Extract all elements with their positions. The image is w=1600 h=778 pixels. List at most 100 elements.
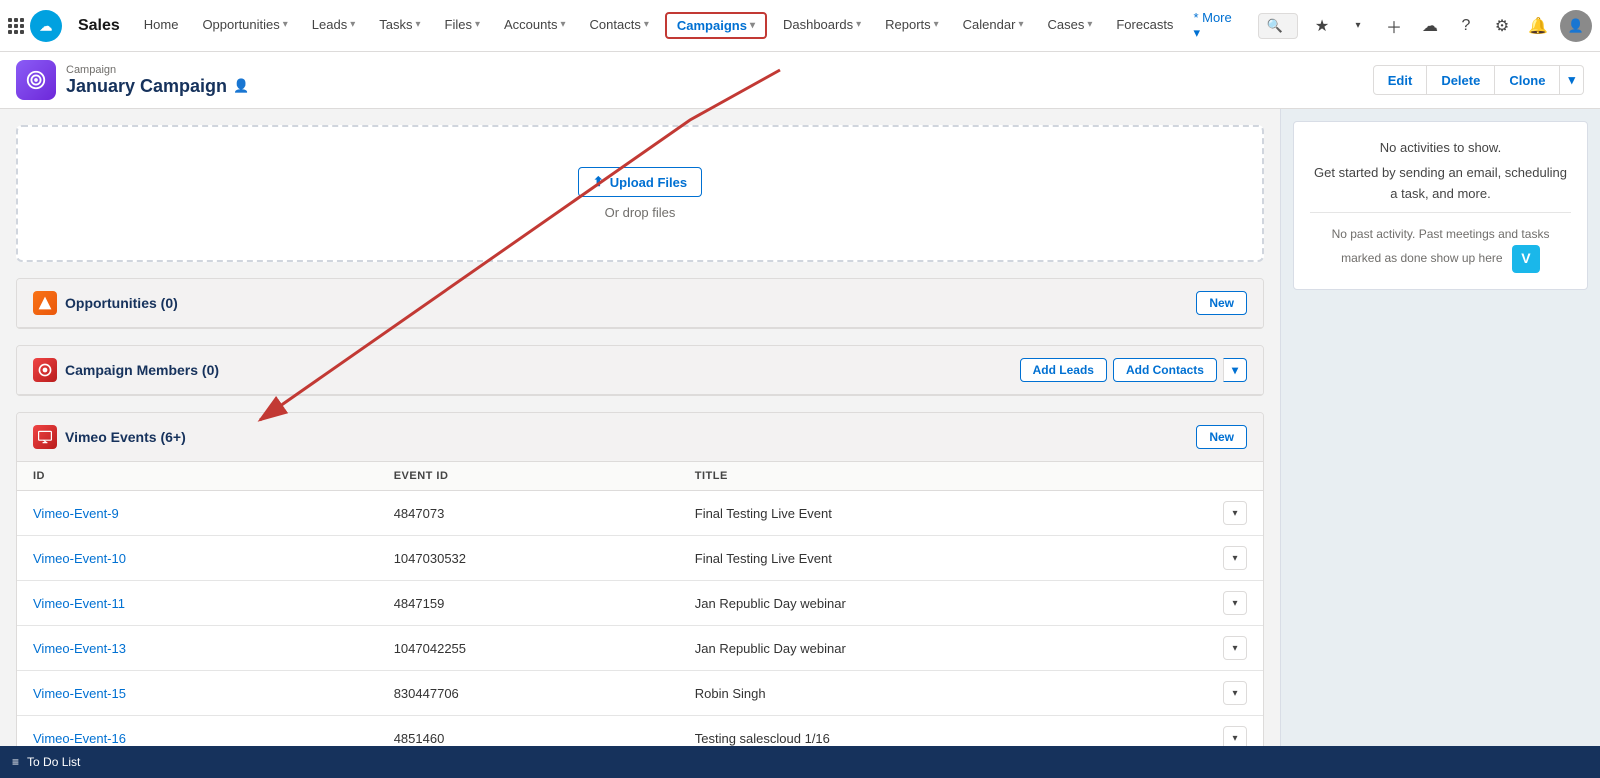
todo-icon: ≡ xyxy=(12,755,19,769)
record-icon xyxy=(16,60,56,100)
event-event-id-cell: 4847073 xyxy=(378,491,679,536)
chevron-down-icon: ▾ xyxy=(475,19,480,30)
event-id-link[interactable]: Vimeo-Event-16 xyxy=(33,731,126,746)
opportunities-icon xyxy=(33,291,57,315)
opportunities-title: Opportunities (0) xyxy=(65,295,178,311)
campaign-members-header: Campaign Members (0) Add Leads Add Conta… xyxy=(17,346,1263,395)
activity-section: No activities to show. Get started by se… xyxy=(1293,121,1588,290)
record-settings-icon[interactable]: 👤 xyxy=(233,78,249,94)
opportunities-section: Opportunities (0) New xyxy=(16,278,1264,329)
nav-item-cases[interactable]: Cases ▾ xyxy=(1035,0,1104,51)
event-id-link[interactable]: Vimeo-Event-10 xyxy=(33,551,126,566)
chevron-down-icon: ▾ xyxy=(350,19,355,30)
add-contacts-button[interactable]: Add Contacts xyxy=(1113,358,1217,382)
todo-label: To Do List xyxy=(27,755,80,769)
favorites-icon[interactable]: ★ xyxy=(1308,12,1336,40)
event-title-cell: Jan Republic Day webinar xyxy=(679,626,1207,671)
opportunities-section-header: Opportunities (0) New xyxy=(17,279,1263,328)
event-title-cell: Final Testing Live Event xyxy=(679,491,1207,536)
avatar[interactable]: 👤 xyxy=(1560,10,1592,42)
campaign-members-dropdown-button[interactable]: ▾ xyxy=(1223,358,1247,382)
bottom-bar[interactable]: ≡ To Do List xyxy=(0,746,1600,778)
nav-item-tasks[interactable]: Tasks ▾ xyxy=(367,0,432,51)
row-action-button[interactable]: ▾ xyxy=(1223,546,1247,570)
notifications-icon[interactable]: 🔔 xyxy=(1524,12,1552,40)
row-action-button[interactable]: ▾ xyxy=(1223,501,1247,525)
row-action-cell: ▾ xyxy=(1207,626,1263,671)
chevron-down-icon: ▾ xyxy=(856,19,861,30)
salesforce-logo[interactable]: ☁ xyxy=(30,10,62,42)
table-row: Vimeo-Event-15 830447706 Robin Singh ▾ xyxy=(17,671,1263,716)
row-action-cell: ▾ xyxy=(1207,671,1263,716)
nav-item-dashboards[interactable]: Dashboards ▾ xyxy=(771,0,873,51)
event-id-cell: Vimeo-Event-11 xyxy=(17,581,378,626)
chevron-down-icon: ▾ xyxy=(750,20,755,31)
row-action-cell: ▾ xyxy=(1207,491,1263,536)
vimeo-events-new-button[interactable]: New xyxy=(1196,425,1247,449)
col-header-id: ID xyxy=(17,462,378,491)
right-panel: No activities to show. Get started by se… xyxy=(1280,109,1600,771)
campaign-members-section: Campaign Members (0) Add Leads Add Conta… xyxy=(16,345,1264,396)
nav-item-forecasts[interactable]: Forecasts xyxy=(1104,0,1185,51)
edit-button[interactable]: Edit xyxy=(1373,65,1428,95)
event-id-link[interactable]: Vimeo-Event-9 xyxy=(33,506,119,521)
event-id-link[interactable]: Vimeo-Event-15 xyxy=(33,686,126,701)
page-actions: Edit Delete Clone ▾ xyxy=(1373,65,1584,95)
breadcrumb: Campaign xyxy=(66,64,249,76)
nav-item-reports[interactable]: Reports ▾ xyxy=(873,0,951,51)
delete-button[interactable]: Delete xyxy=(1427,65,1495,95)
page-title-text: January Campaign xyxy=(66,76,227,97)
event-id-link[interactable]: Vimeo-Event-11 xyxy=(33,596,125,611)
col-header-event-id: Event ID xyxy=(378,462,679,491)
table-row: Vimeo-Event-10 1047030532 Final Testing … xyxy=(17,536,1263,581)
nav-item-more[interactable]: * More ▾ xyxy=(1185,10,1247,41)
campaign-members-title: Campaign Members (0) xyxy=(65,362,219,378)
campaign-members-icon xyxy=(33,358,57,382)
nav-item-accounts[interactable]: Accounts ▾ xyxy=(492,0,578,51)
row-action-cell: ▾ xyxy=(1207,536,1263,581)
nav-item-contacts[interactable]: Contacts ▾ xyxy=(578,0,661,51)
help-icon[interactable]: ? xyxy=(1452,12,1480,40)
nav-item-files[interactable]: Files ▾ xyxy=(433,0,492,51)
clone-button[interactable]: Clone xyxy=(1495,65,1560,95)
event-title-cell: Final Testing Live Event xyxy=(679,536,1207,581)
upload-files-button[interactable]: ⬆ Upload Files xyxy=(578,167,702,197)
app-name: Sales xyxy=(70,17,120,35)
row-action-button[interactable]: ▾ xyxy=(1223,636,1247,660)
row-action-cell: ▾ xyxy=(1207,581,1263,626)
event-id-link[interactable]: Vimeo-Event-13 xyxy=(33,641,126,656)
event-event-id-cell: 4847159 xyxy=(378,581,679,626)
vimeo-events-icon xyxy=(33,425,57,449)
vimeo-events-header: Vimeo Events (6+) New xyxy=(17,413,1263,462)
settings-icon[interactable]: ⚙ xyxy=(1488,12,1516,40)
chevron-down-icon: ▾ xyxy=(644,19,649,30)
chevron-down-icon: ▾ xyxy=(1193,25,1200,40)
nav-item-campaigns[interactable]: Campaigns ▾ xyxy=(665,12,767,39)
row-action-button[interactable]: ▾ xyxy=(1223,591,1247,615)
row-action-button[interactable]: ▾ xyxy=(1223,681,1247,705)
nav-item-opportunities[interactable]: Opportunities ▾ xyxy=(190,0,299,51)
app-grid-icon[interactable] xyxy=(8,18,24,34)
nav-item-home[interactable]: Home xyxy=(132,0,191,51)
drop-text: Or drop files xyxy=(58,205,1222,220)
cloud-icon[interactable]: ☁ xyxy=(1416,12,1444,40)
event-event-id-cell: 1047042255 xyxy=(378,626,679,671)
chevron-down-icon: ▾ xyxy=(415,19,420,30)
add-leads-button[interactable]: Add Leads xyxy=(1020,358,1107,382)
search-icon: 🔍 xyxy=(1267,18,1283,34)
col-header-title: Title xyxy=(679,462,1207,491)
event-event-id-cell: 1047030532 xyxy=(378,536,679,581)
vimeo-events-table: ID Event ID Title Vimeo-Event-9 4847073 … xyxy=(17,462,1263,760)
opportunities-new-button[interactable]: New xyxy=(1196,291,1247,315)
chevron-down-icon: ▾ xyxy=(1087,19,1092,30)
actions-dropdown-button[interactable]: ▾ xyxy=(1560,65,1584,95)
add-icon[interactable]: ＋ xyxy=(1380,12,1408,40)
nav-item-leads[interactable]: Leads ▾ xyxy=(300,0,367,51)
svg-text:☁: ☁ xyxy=(40,19,53,33)
vimeo-events-section: Vimeo Events (6+) New ID Event ID Title xyxy=(16,412,1264,771)
chevron-down-icon: ▾ xyxy=(560,19,565,30)
favorites-dropdown-icon[interactable]: ▾ xyxy=(1344,12,1372,40)
chevron-down-icon: ▾ xyxy=(1018,19,1023,30)
search-bar: 🔍 xyxy=(1258,13,1298,39)
nav-item-calendar[interactable]: Calendar ▾ xyxy=(951,0,1036,51)
